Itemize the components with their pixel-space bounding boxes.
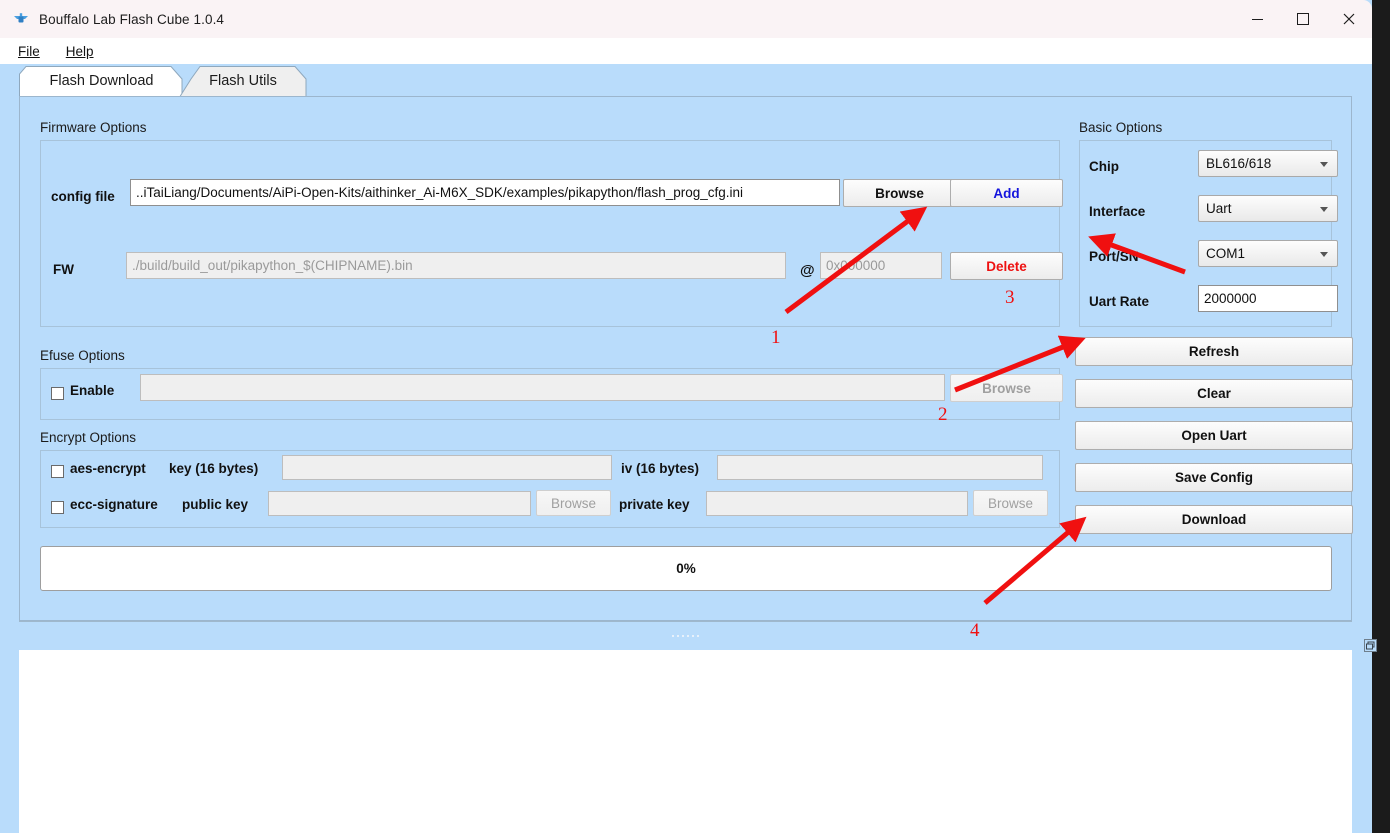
download-button[interactable]: Download <box>1075 505 1353 534</box>
menu-item-file[interactable]: File <box>18 44 40 59</box>
application-window: Bouffalo Lab Flash Cube 1.0.4 File Help … <box>0 0 1377 833</box>
log-output-area <box>19 650 1352 833</box>
fw-label: FW <box>53 262 74 277</box>
ecc-signature-label: ecc-signature <box>70 497 158 512</box>
restore-window-icon[interactable] <box>1364 639 1377 652</box>
clear-button[interactable]: Clear <box>1075 379 1353 408</box>
app-logo-icon <box>12 10 30 28</box>
fw-address-input[interactable]: 0x000000 <box>820 252 942 279</box>
chevron-down-icon <box>1320 161 1328 167</box>
efuse-browse-button[interactable]: Browse <box>950 374 1063 402</box>
aes-key-input[interactable] <box>282 455 612 480</box>
config-file-input[interactable]: ..iTaiLiang/Documents/AiPi-Open-Kits/ait… <box>130 179 840 206</box>
interface-label: Interface <box>1089 204 1146 219</box>
menu-item-file-label: File <box>18 43 40 59</box>
interface-select[interactable]: Uart <box>1198 195 1338 222</box>
tab-flash-utils-label: Flash Utils <box>209 72 277 89</box>
window-title: Bouffalo Lab Flash Cube 1.0.4 <box>39 11 225 27</box>
config-file-add-button[interactable]: Add <box>950 179 1063 207</box>
ecc-public-key-browse-button[interactable]: Browse <box>536 490 611 516</box>
chip-select-value: BL616/618 <box>1206 156 1272 171</box>
efuse-options-title: Efuse Options <box>40 348 125 363</box>
port-sn-select[interactable]: COM1 <box>1198 240 1338 267</box>
encrypt-options-title: Encrypt Options <box>40 430 137 445</box>
window-controls <box>1234 0 1372 38</box>
firmware-options-group <box>40 140 1060 327</box>
ecc-public-key-input[interactable] <box>268 491 531 516</box>
efuse-enable-label: Enable <box>70 383 115 398</box>
ecc-private-key-label: private key <box>619 497 690 512</box>
chip-select[interactable]: BL616/618 <box>1198 150 1338 177</box>
window-chrome: Bouffalo Lab Flash Cube 1.0.4 <box>0 0 1372 38</box>
ecc-private-key-browse-button[interactable]: Browse <box>973 490 1048 516</box>
aes-iv-input[interactable] <box>717 455 1043 480</box>
tab-flash-download[interactable]: Flash Download <box>19 66 184 97</box>
tab-flash-download-label: Flash Download <box>49 72 154 89</box>
fw-delete-button[interactable]: Delete <box>950 252 1063 280</box>
menu-bar: File Help <box>0 38 1372 64</box>
tab-flash-utils[interactable]: Flash Utils <box>178 66 308 97</box>
ecc-private-key-input[interactable] <box>706 491 968 516</box>
close-icon[interactable] <box>1326 0 1372 38</box>
desktop-right-edge <box>1370 0 1390 833</box>
splitter-dots-icon <box>672 635 699 637</box>
menu-item-help-label: Help <box>65 43 94 59</box>
aes-encrypt-label: aes-encrypt <box>70 461 146 476</box>
aes-key-label: key (16 bytes) <box>169 461 259 476</box>
chevron-down-icon <box>1320 206 1328 212</box>
aes-iv-label: iv (16 bytes) <box>621 461 700 476</box>
efuse-enable-checkbox[interactable] <box>51 387 64 400</box>
aes-encrypt-checkbox[interactable] <box>51 465 64 478</box>
maximize-icon[interactable] <box>1280 0 1326 38</box>
port-sn-label: Port/SN <box>1089 249 1139 264</box>
config-file-label: config file <box>51 189 115 204</box>
firmware-options-title: Firmware Options <box>40 120 147 135</box>
config-file-browse-button[interactable]: Browse <box>843 179 956 207</box>
titlebar[interactable]: Bouffalo Lab Flash Cube 1.0.4 <box>0 0 1372 38</box>
flash-download-panel: Firmware Options config file ..iTaiLiang… <box>19 96 1353 621</box>
fw-path-input[interactable]: ./build/build_out/pikapython_$(CHIPNAME)… <box>126 252 786 279</box>
uart-rate-label: Uart Rate <box>1089 294 1150 309</box>
chip-label: Chip <box>1089 159 1119 174</box>
port-sn-select-value: COM1 <box>1206 246 1246 261</box>
download-progress-bar: 0% <box>40 546 1332 591</box>
chevron-down-icon <box>1320 251 1328 257</box>
fw-at-symbol: @ <box>800 262 815 279</box>
menu-item-help[interactable]: Help <box>66 44 94 59</box>
efuse-file-input[interactable] <box>140 374 945 401</box>
uart-rate-input[interactable]: 2000000 <box>1198 285 1338 312</box>
tab-strip: Flash Download Flash Utils <box>0 64 1372 97</box>
interface-select-value: Uart <box>1206 201 1232 216</box>
open-uart-button[interactable]: Open Uart <box>1075 421 1353 450</box>
save-config-button[interactable]: Save Config <box>1075 463 1353 492</box>
ecc-signature-checkbox[interactable] <box>51 501 64 514</box>
basic-options-title: Basic Options <box>1079 120 1163 135</box>
minimize-icon[interactable] <box>1234 0 1280 38</box>
panel-splitter-handle[interactable] <box>19 622 1352 650</box>
refresh-button[interactable]: Refresh <box>1075 337 1353 366</box>
ecc-public-key-label: public key <box>182 497 249 512</box>
